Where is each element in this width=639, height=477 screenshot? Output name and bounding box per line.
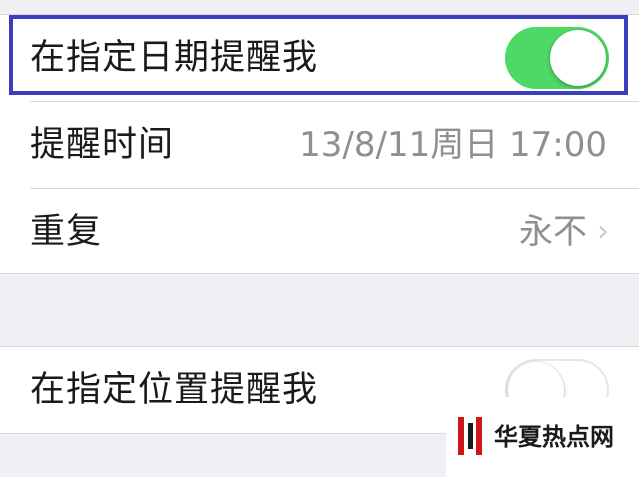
repeat-row[interactable]: 重复 永不 › <box>0 189 639 275</box>
watermark-text: 华夏热点网 <box>494 423 614 451</box>
chevron-right-icon: › <box>597 214 609 249</box>
reminder-time-row[interactable]: 提醒时间 13/8/11周日 17:00 <box>0 102 639 188</box>
location-reminder-label: 在指定位置提醒我 <box>30 370 319 410</box>
watermark: 华夏热点网 <box>446 397 639 477</box>
highlight-box <box>9 15 628 95</box>
repeat-value: 永不 <box>519 212 587 252</box>
reminder-time-label: 提醒时间 <box>30 125 175 165</box>
reminder-time-value: 13/8/11周日 17:00 <box>299 125 607 165</box>
watermark-logo-icon <box>458 417 482 455</box>
repeat-label: 重复 <box>30 212 103 252</box>
